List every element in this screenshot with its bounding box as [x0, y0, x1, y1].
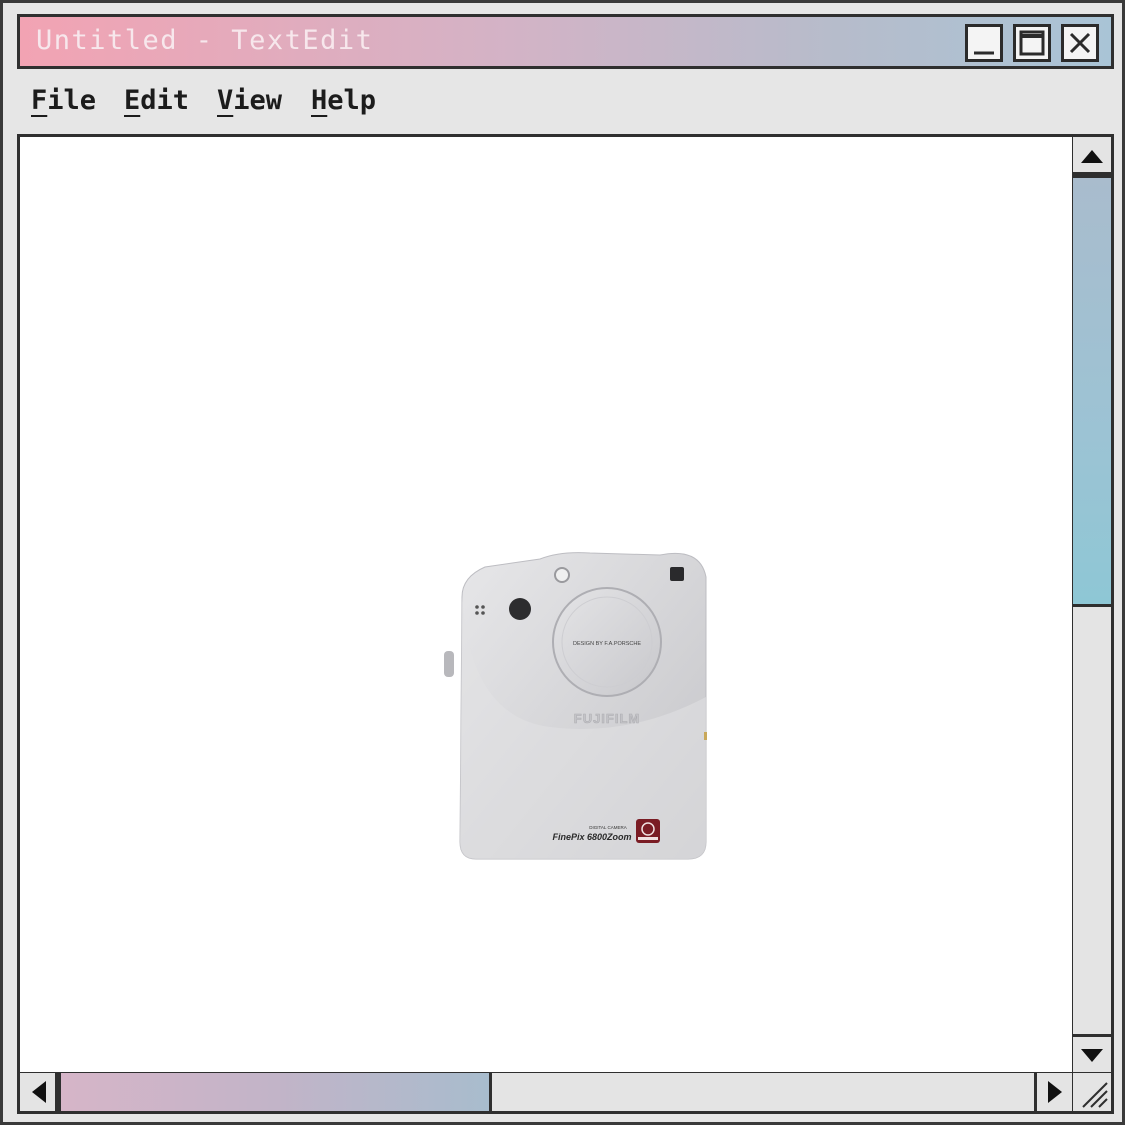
document-area[interactable]: DESIGN BY F.A.PORSCHE FUJIFILM DIGITAL C…	[17, 134, 1075, 1075]
camera-photo: DESIGN BY F.A.PORSCHE FUJIFILM DIGITAL C…	[444, 552, 707, 860]
arrow-down-icon	[1081, 1049, 1103, 1062]
arrow-left-icon	[32, 1081, 46, 1103]
menu-file-mnemonic: F	[31, 85, 48, 116]
vertical-scrollbar[interactable]	[1073, 134, 1114, 1075]
menu-file-label: ile	[47, 85, 97, 116]
menu-file[interactable]: File	[31, 85, 96, 116]
camera-sensor	[554, 567, 570, 583]
brand-logo: FUJIFILM	[574, 711, 641, 726]
minimize-icon	[974, 51, 994, 55]
close-icon	[1069, 32, 1091, 54]
model-label: FinePix 6800Zoom	[552, 832, 631, 842]
camera-viewfinder	[670, 567, 684, 581]
menu-view[interactable]: View	[217, 85, 282, 116]
camera-side-knob	[444, 651, 454, 677]
menu-edit-mnemonic: E	[124, 85, 141, 116]
menu-bar: File Edit View Help	[17, 79, 1114, 127]
menu-view-label: iew	[233, 85, 283, 116]
camera-side-button	[704, 732, 707, 740]
window-title: Untitled - TextEdit	[36, 25, 374, 56]
menu-edit[interactable]: Edit	[124, 85, 189, 116]
horizontal-scrollbar[interactable]	[17, 1073, 1075, 1114]
resize-grip[interactable]	[1073, 1073, 1114, 1114]
scroll-right-button[interactable]	[1034, 1073, 1072, 1111]
maximize-icon	[1019, 30, 1045, 56]
scroll-left-button[interactable]	[20, 1073, 58, 1111]
scroll-up-button[interactable]	[1073, 137, 1111, 175]
lens-caption: DESIGN BY F.A.PORSCHE	[573, 641, 641, 647]
horizontal-scroll-thumb[interactable]	[58, 1073, 492, 1111]
maximize-button[interactable]	[1013, 24, 1051, 62]
camera-type-label: DIGITAL CAMERA	[589, 825, 627, 830]
arrow-right-icon	[1048, 1081, 1062, 1103]
vertical-scroll-thumb[interactable]	[1073, 175, 1111, 607]
camera-flash	[509, 598, 531, 620]
scroll-down-button[interactable]	[1073, 1034, 1111, 1072]
menu-help-label: elp	[327, 85, 377, 116]
minimize-button[interactable]	[965, 24, 1003, 62]
menu-view-mnemonic: V	[217, 85, 234, 116]
menu-edit-label: dit	[140, 85, 190, 116]
menu-help-mnemonic: H	[311, 85, 328, 116]
close-button[interactable]	[1061, 24, 1099, 62]
resize-grip-icon	[1082, 1082, 1108, 1108]
textedit-window: Untitled - TextEdit File Edit View Help …	[0, 0, 1125, 1125]
title-bar[interactable]: Untitled - TextEdit	[17, 14, 1114, 69]
arrow-up-icon	[1081, 150, 1103, 163]
menu-help[interactable]: Help	[311, 85, 376, 116]
